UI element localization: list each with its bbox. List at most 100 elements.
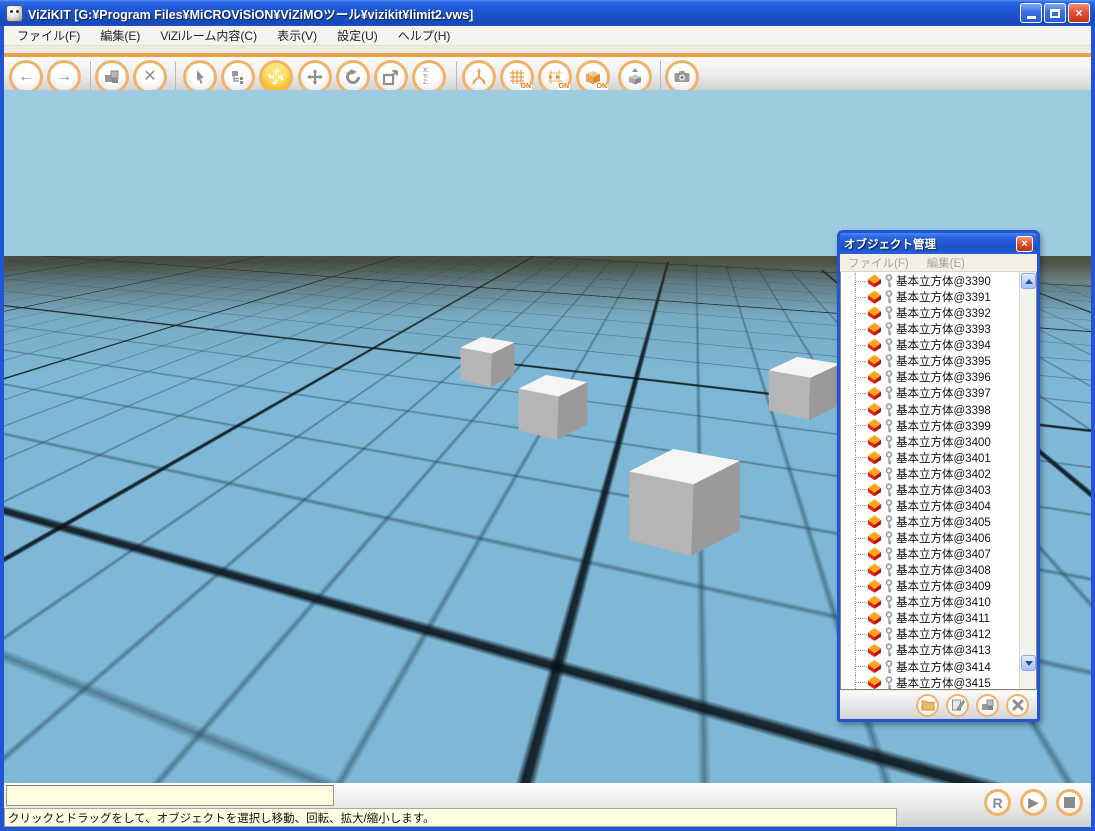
object-list-item[interactable]: 基本立方体@3395 (841, 353, 1019, 369)
object-label: 基本立方体@3394 (896, 337, 991, 353)
open-folder-button[interactable] (916, 694, 939, 717)
scale-tool-button[interactable] (374, 60, 408, 94)
object-list-item[interactable]: 基本立方体@3411 (841, 610, 1019, 626)
tree-branch (856, 570, 867, 571)
axes-toggle-button[interactable] (462, 60, 496, 94)
object-list-item[interactable]: 基本立方体@3410 (841, 594, 1019, 610)
object-list-item[interactable]: 基本立方体@3403 (841, 482, 1019, 498)
object-list-item[interactable]: 基本立方体@3413 (841, 642, 1019, 658)
scene-cube[interactable] (768, 357, 841, 420)
tree-line (855, 675, 856, 690)
cube-icon (868, 596, 881, 609)
snap-toggle-button[interactable]: ON (538, 60, 572, 94)
xyz-tool-button[interactable]: X: Y: Z: (412, 60, 446, 94)
rename-button[interactable] (946, 694, 969, 717)
object-manager-window[interactable]: オブジェクト管理 × ファイル(F) 編集(E) 基本立方体@3390 基本立方体… (837, 230, 1040, 722)
object-list-item[interactable]: 基本立方体@3412 (841, 626, 1019, 642)
minimize-button[interactable] (1020, 3, 1042, 23)
scene-cube[interactable] (518, 375, 588, 440)
record-button[interactable]: R (984, 789, 1011, 816)
key-icon (884, 547, 894, 561)
object-list-item[interactable]: 基本立方体@3402 (841, 466, 1019, 482)
cube-icon (868, 467, 881, 480)
tree-branch (856, 538, 867, 539)
object-list-item[interactable]: 基本立方体@3394 (841, 337, 1019, 353)
object-list-item[interactable]: 基本立方体@3393 (841, 321, 1019, 337)
play-button[interactable]: ▶ (1020, 789, 1047, 816)
scale-icon (382, 68, 400, 86)
tree-branch (856, 393, 867, 394)
scene-cube[interactable] (460, 337, 515, 387)
object-list-item[interactable]: 基本立方体@3396 (841, 369, 1019, 385)
key-icon (884, 306, 894, 320)
object-list-item[interactable]: 基本立方体@3404 (841, 498, 1019, 514)
toolbar: ← → ✕ (4, 57, 1091, 90)
forward-icon: → (56, 69, 72, 85)
object-list-item[interactable]: 基本立方体@3390 (841, 273, 1019, 289)
screenshot-camera-button[interactable] (665, 60, 699, 94)
delete-button[interactable] (1006, 694, 1029, 717)
tree-branch (856, 586, 867, 587)
object-manager-menu-file[interactable]: ファイル(F) (848, 255, 909, 271)
object-list-item[interactable]: 基本立方体@3397 (841, 385, 1019, 401)
key-icon (884, 579, 894, 593)
maximize-button[interactable] (1044, 3, 1066, 23)
object-list-item[interactable]: 基本立方体@3399 (841, 418, 1019, 434)
menu-view[interactable]: 表示(V) (268, 25, 326, 46)
move-tool-button[interactable] (298, 60, 332, 94)
object-list-scrollbar[interactable] (1019, 272, 1036, 689)
close-button[interactable]: × (1068, 3, 1090, 23)
object-list-item[interactable]: 基本立方体@3414 (841, 659, 1019, 675)
tree-line (855, 514, 856, 530)
menu-bar: ファイル(F)編集(E)ViZiルーム内容(C)表示(V)設定(U)ヘルプ(H) (4, 26, 1091, 46)
focus-object-button[interactable] (259, 60, 293, 94)
tree-line (855, 546, 856, 562)
back-button[interactable]: ← (9, 60, 43, 94)
drop-to-ground-button[interactable] (618, 60, 652, 94)
title-bar[interactable]: ViZiKIT [G:¥Program Files¥MiCROViSiON¥Vi… (0, 0, 1095, 26)
tree-branch (856, 425, 867, 426)
object-list-item[interactable]: 基本立方体@3407 (841, 546, 1019, 562)
object-label: 基本立方体@3402 (896, 466, 991, 482)
move-icon (306, 68, 324, 86)
scene-cube[interactable] (203, 394, 276, 471)
cube-icon (868, 275, 881, 288)
command-input[interactable] (6, 785, 334, 806)
stop-button[interactable] (1056, 789, 1083, 816)
menu-edit[interactable]: 編集(E) (91, 25, 149, 46)
key-icon (884, 322, 894, 336)
object-list-item[interactable]: 基本立方体@3398 (841, 402, 1019, 418)
object-list-item[interactable]: 基本立方体@3409 (841, 578, 1019, 594)
object-list-item[interactable]: 基本立方体@3400 (841, 434, 1019, 450)
object-list-item[interactable]: 基本立方体@3415 (841, 675, 1019, 690)
select-pointer-button[interactable] (183, 60, 217, 94)
object-list-item[interactable]: 基本立方体@3401 (841, 450, 1019, 466)
grid-toggle-button[interactable]: ON (500, 60, 534, 94)
box-display-toggle-button[interactable]: ON (576, 60, 610, 94)
object-list-item[interactable]: 基本立方体@3405 (841, 514, 1019, 530)
forward-button[interactable]: → (47, 60, 81, 94)
delete-object-button[interactable]: ✕ (133, 60, 167, 94)
object-list-item[interactable]: 基本立方体@3406 (841, 530, 1019, 546)
object-label: 基本立方体@3405 (896, 514, 991, 530)
objects-button[interactable] (976, 694, 999, 717)
object-list-item[interactable]: 基本立方体@3392 (841, 305, 1019, 321)
object-label: 基本立方体@3398 (896, 402, 991, 418)
hierarchy-button[interactable] (221, 60, 255, 94)
scroll-up-button[interactable] (1021, 273, 1036, 289)
object-list-item[interactable]: 基本立方体@3408 (841, 562, 1019, 578)
scene-cube[interactable] (628, 449, 741, 556)
object-manager-titlebar[interactable]: オブジェクト管理 × (840, 233, 1037, 254)
rotate-tool-button[interactable] (336, 60, 370, 94)
object-label: 基本立方体@3393 (896, 321, 991, 337)
object-manager-close-button[interactable]: × (1016, 236, 1033, 252)
menu-settings[interactable]: 設定(U) (328, 25, 387, 46)
add-object-button[interactable] (95, 60, 129, 94)
tree-branch (856, 554, 867, 555)
menu-vizi-room[interactable]: ViZiルーム内容(C) (151, 25, 266, 46)
object-manager-menu-edit[interactable]: 編集(E) (927, 255, 965, 271)
menu-file[interactable]: ファイル(F) (8, 25, 89, 46)
scroll-down-button[interactable] (1021, 655, 1036, 671)
menu-help[interactable]: ヘルプ(H) (389, 25, 460, 46)
object-list-item[interactable]: 基本立方体@3391 (841, 289, 1019, 305)
